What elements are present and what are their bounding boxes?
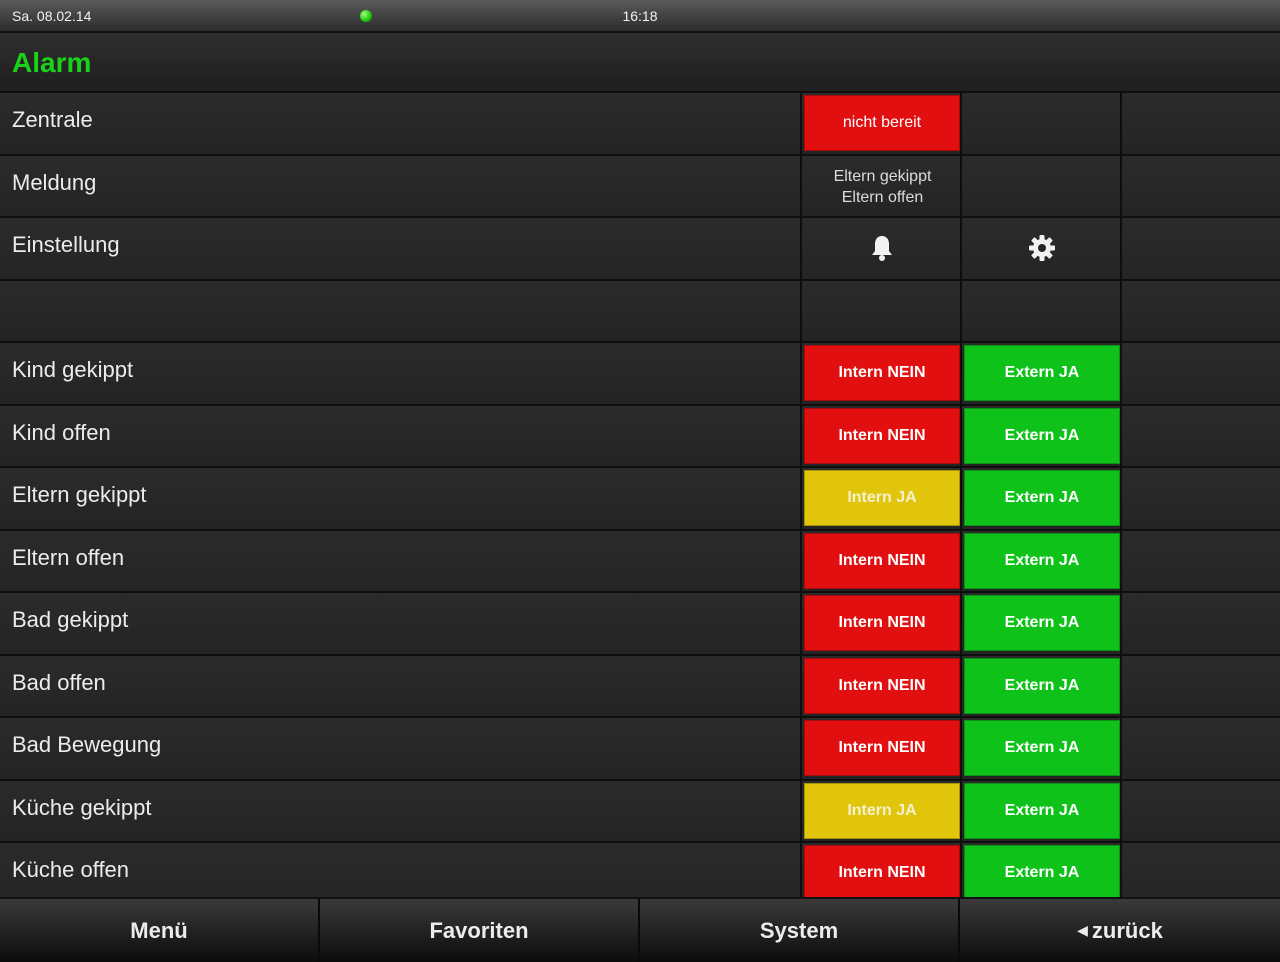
row-label: Kind offen bbox=[12, 419, 111, 445]
favorites-label: Favoriten bbox=[429, 917, 529, 943]
bell-button[interactable] bbox=[802, 218, 961, 278]
system-button[interactable]: System bbox=[640, 899, 960, 962]
intern-toggle-button[interactable]: Intern NEIN bbox=[804, 657, 960, 714]
menu-button[interactable]: Menü bbox=[0, 899, 320, 962]
back-arrow-icon: ◀ bbox=[1077, 922, 1088, 938]
intern-toggle-button[interactable]: Intern JA bbox=[804, 470, 960, 526]
row-label: Eltern gekippt bbox=[12, 482, 147, 507]
row-label: Bad offen bbox=[12, 669, 106, 695]
extern-toggle-button[interactable]: Extern JA bbox=[964, 845, 1120, 897]
intern-toggle-button[interactable]: Intern NEIN bbox=[804, 595, 960, 651]
alarm-list: Zentrale nicht bereit Meldung Eltern gek… bbox=[0, 93, 1280, 897]
extern-toggle-button[interactable]: Extern JA bbox=[964, 532, 1120, 589]
table-row: Kind gekippt Intern NEIN Extern JA bbox=[0, 343, 1280, 406]
meldung-text: Eltern gekippt Eltern offen bbox=[802, 166, 963, 208]
table-row: Eltern offen Intern NEIN Extern JA bbox=[0, 530, 1280, 593]
row-label: Meldung bbox=[12, 169, 97, 195]
back-label: zurück bbox=[1091, 917, 1163, 943]
row-meldung: Meldung Eltern gekippt Eltern offen bbox=[0, 155, 1280, 218]
table-row: Kind offen Intern NEIN Extern JA bbox=[0, 405, 1280, 468]
bell-icon bbox=[871, 236, 892, 261]
settings-button[interactable] bbox=[962, 218, 1121, 278]
row-einstellung: Einstellung bbox=[0, 218, 1280, 281]
intern-toggle-button[interactable]: Intern NEIN bbox=[804, 845, 960, 897]
extern-toggle-button[interactable]: Extern JA bbox=[964, 720, 1120, 776]
back-button[interactable]: ◀ zurück bbox=[960, 899, 1280, 962]
status-time: 16:18 bbox=[622, 8, 658, 24]
menu-label: Menü bbox=[130, 917, 188, 943]
extern-toggle-button[interactable]: Extern JA bbox=[964, 595, 1120, 651]
intern-toggle-button[interactable]: Intern NEIN bbox=[804, 532, 960, 589]
table-row: Bad Bewegung Intern NEIN Extern JA bbox=[0, 718, 1280, 781]
row-label: Küche gekippt bbox=[12, 794, 152, 820]
favorites-button[interactable]: Favoriten bbox=[320, 899, 640, 962]
row-label: Kind gekippt bbox=[12, 357, 134, 382]
page-title: Alarm bbox=[12, 47, 92, 78]
status-bar: Sa. 08.02.14 16:18 bbox=[0, 0, 1280, 33]
zentrale-status-button[interactable]: nicht bereit bbox=[804, 95, 960, 151]
gear-icon bbox=[1028, 235, 1055, 261]
alarm-sensor-rows: Kind gekippt Intern NEIN Extern JA Kind off… bbox=[0, 343, 1280, 897]
table-row: Küche offen Intern NEIN Extern JA bbox=[0, 843, 1280, 897]
row-label: Einstellung bbox=[12, 232, 120, 257]
row-zentrale: Zentrale nicht bereit bbox=[0, 93, 1280, 156]
meldung-line-2: Eltern offen bbox=[841, 188, 924, 206]
row-label: Küche offen bbox=[12, 857, 130, 882]
bottom-nav: Menü Favoriten System ◀ zurück bbox=[0, 897, 1280, 962]
page-header: Alarm bbox=[0, 33, 1280, 93]
system-label: System bbox=[759, 917, 839, 943]
meldung-line-1: Eltern gekippt bbox=[833, 167, 932, 185]
extern-toggle-button[interactable]: Extern JA bbox=[964, 407, 1120, 464]
row-label: Eltern offen bbox=[12, 544, 125, 570]
row-label: Bad Bewegung bbox=[12, 732, 162, 757]
intern-toggle-button[interactable]: Intern JA bbox=[804, 782, 960, 839]
table-row: Bad gekippt Intern NEIN Extern JA bbox=[0, 593, 1280, 656]
row-label: Zentrale bbox=[12, 107, 93, 132]
extern-toggle-button[interactable]: Extern JA bbox=[964, 657, 1120, 714]
extern-toggle-button[interactable]: Extern JA bbox=[964, 345, 1120, 401]
table-row: Eltern gekippt Intern JA Extern JA bbox=[0, 468, 1280, 531]
row-label: Bad gekippt bbox=[12, 607, 129, 632]
intern-toggle-button[interactable]: Intern NEIN bbox=[804, 345, 960, 401]
intern-toggle-button[interactable]: Intern NEIN bbox=[804, 720, 960, 776]
table-row: Bad offen Intern NEIN Extern JA bbox=[0, 655, 1280, 718]
extern-toggle-button[interactable]: Extern JA bbox=[964, 782, 1120, 839]
row-empty bbox=[0, 280, 1280, 343]
table-row: Küche gekippt Intern JA Extern JA bbox=[0, 780, 1280, 843]
extern-toggle-button[interactable]: Extern JA bbox=[964, 470, 1120, 526]
intern-toggle-button[interactable]: Intern NEIN bbox=[804, 407, 960, 464]
